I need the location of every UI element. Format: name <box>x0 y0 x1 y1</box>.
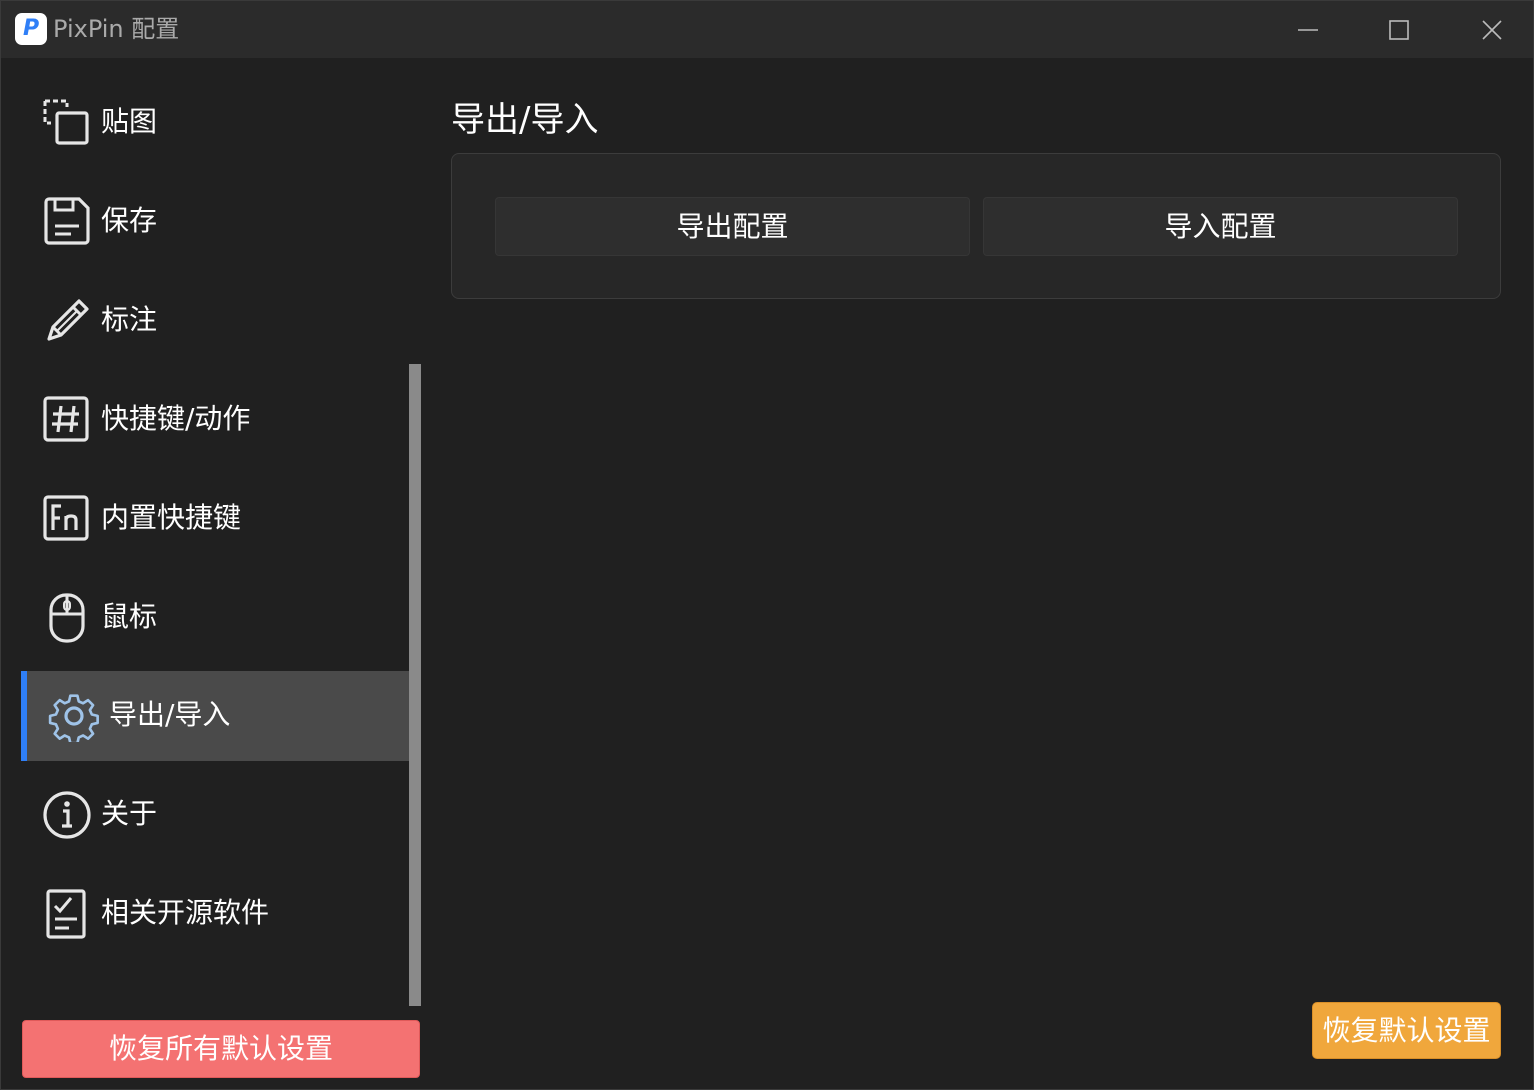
sidebar-item-label: 贴图 <box>101 105 158 138</box>
import-config-button[interactable]: 导入配置 <box>983 197 1458 256</box>
sidebar-item-label: 内置快捷键 <box>101 501 242 534</box>
hash-icon <box>43 396 89 442</box>
sidebar-item-builtin-shortcuts[interactable]: 内置快捷键 <box>21 474 409 564</box>
sidebar-item-label: 快捷键/动作 <box>101 402 251 435</box>
sidebar-item-shortcuts[interactable]: 快捷键/动作 <box>21 375 409 465</box>
sidebar-item-label: 关于 <box>101 797 158 830</box>
reset-all-defaults-button[interactable]: 恢复所有默认设置 <box>22 1020 420 1078</box>
close-button[interactable] <box>1445 1 1534 58</box>
sidebar-item-pin[interactable]: 贴图 <box>21 78 409 168</box>
maximize-button[interactable] <box>1353 1 1445 58</box>
pencil-icon <box>47 299 89 341</box>
page-title: 导出/导入 <box>451 100 599 140</box>
sidebar-item-save[interactable]: 保存 <box>21 177 409 267</box>
maximize-icon <box>1389 20 1409 40</box>
sidebar-item-open-source[interactable]: 相关开源软件 <box>21 869 409 959</box>
pin-image-icon <box>43 99 89 145</box>
pixpin-logo-icon: P <box>15 13 47 45</box>
minimize-button[interactable] <box>1261 1 1353 58</box>
info-icon <box>43 791 91 839</box>
sidebar-item-about[interactable]: 关于 <box>21 770 409 860</box>
checklist-icon <box>46 889 86 939</box>
gear-icon <box>48 694 99 742</box>
sidebar-item-label: 标注 <box>101 303 158 336</box>
sidebar-item-export-import[interactable]: 导出/导入 <box>21 671 409 761</box>
logo-letter: P <box>22 16 40 41</box>
mouse-icon <box>49 593 85 643</box>
minimize-icon <box>1298 29 1318 31</box>
window-title: PixPin 配置 <box>53 15 180 43</box>
sidebar-item-label: 相关开源软件 <box>101 896 270 929</box>
sidebar-item-label: 保存 <box>101 204 158 237</box>
export-config-button[interactable]: 导出配置 <box>495 197 970 256</box>
sidebar-item-label: 导出/导入 <box>109 698 231 731</box>
export-import-card: 导出配置 导入配置 <box>451 153 1501 299</box>
config-window: P PixPin 配置 贴图 保存 标注 快捷键/动作 内置快捷键 鼠标 导出/… <box>0 0 1534 1090</box>
reset-defaults-button[interactable]: 恢复默认设置 <box>1312 1002 1501 1059</box>
sidebar-scrollbar[interactable] <box>409 364 421 1006</box>
sidebar-item-label: 鼠标 <box>101 600 158 633</box>
save-icon <box>44 197 90 245</box>
title-bar[interactable]: P PixPin 配置 <box>1 1 1533 58</box>
sidebar-item-mouse[interactable]: 鼠标 <box>21 573 409 663</box>
active-indicator <box>21 671 27 761</box>
sidebar-item-annotate[interactable]: 标注 <box>21 276 409 366</box>
sidebar-nav: 贴图 保存 标注 快捷键/动作 内置快捷键 鼠标 导出/导入 关于 相关开源软件… <box>1 58 422 1089</box>
fn-key-icon <box>43 495 89 541</box>
close-icon <box>1482 20 1502 40</box>
